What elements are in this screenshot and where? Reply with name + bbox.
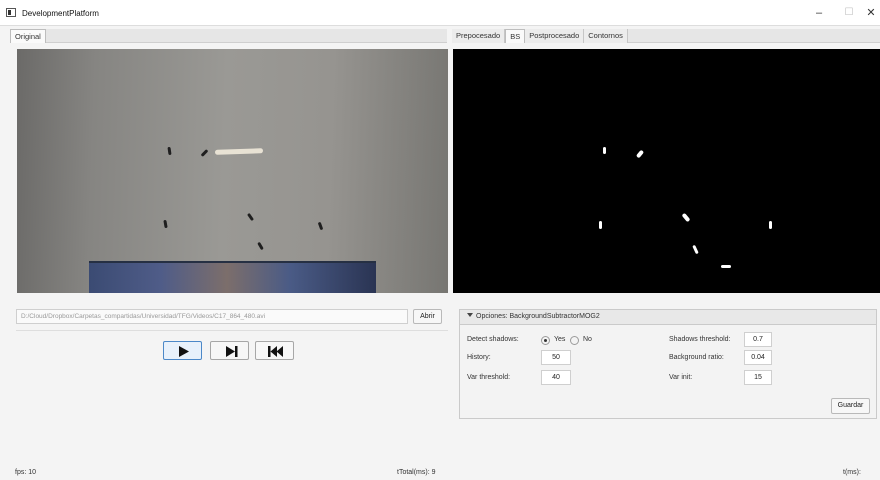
fps-readout: fps: 10 bbox=[15, 469, 37, 476]
insect bbox=[246, 212, 255, 222]
wooden-board bbox=[89, 261, 376, 293]
background-ratio-input[interactable]: 0.04 bbox=[744, 350, 772, 365]
tab-contornos[interactable]: Contornos bbox=[584, 29, 628, 43]
options-title: Opciones: BackgroundSubtractorMOG2 bbox=[476, 313, 600, 320]
shadows-threshold-label: Shadows threshold: bbox=[669, 336, 731, 343]
save-button[interactable]: Guardar bbox=[831, 398, 870, 414]
close-button[interactable]: ✕ bbox=[862, 5, 880, 21]
insect bbox=[163, 219, 168, 229]
history-input[interactable]: 50 bbox=[541, 350, 571, 365]
divider bbox=[16, 330, 448, 331]
options-header[interactable]: Opciones: BackgroundSubtractorMOG2 bbox=[460, 310, 876, 325]
options-panel: Opciones: BackgroundSubtractorMOG2 Detec… bbox=[459, 309, 877, 419]
window-title: DevelopmentPlatform bbox=[22, 9, 99, 18]
larva bbox=[214, 148, 264, 155]
collapse-triangle-icon bbox=[467, 313, 473, 317]
app-icon bbox=[6, 8, 16, 17]
time-readout: t(ms): bbox=[843, 469, 861, 476]
foreground-blob bbox=[603, 147, 606, 154]
minimize-button[interactable]: – bbox=[804, 5, 834, 21]
left-tab-bar: Original bbox=[10, 29, 447, 43]
tab-postprocesado[interactable]: Postprocesado bbox=[525, 29, 585, 43]
background-ratio-label: Background ratio: bbox=[669, 354, 724, 361]
foreground-blob bbox=[769, 221, 772, 229]
rewind-icon bbox=[268, 346, 283, 357]
var-init-label: Var init: bbox=[669, 374, 693, 381]
foreground-blob bbox=[681, 212, 691, 223]
title-bar: DevelopmentPlatform – ☐ ✕ bbox=[0, 0, 880, 26]
open-button[interactable]: Abrir bbox=[413, 309, 442, 324]
foreground-blob bbox=[721, 265, 731, 268]
original-video-view bbox=[17, 49, 448, 293]
var-threshold-label: Var threshold: bbox=[467, 374, 511, 381]
tab-prepocesado[interactable]: Prepocesado bbox=[452, 29, 506, 43]
play-button[interactable] bbox=[163, 341, 202, 360]
foreground-blob bbox=[599, 221, 602, 229]
foreground-blob bbox=[635, 149, 645, 159]
video-path-field[interactable]: D:/Cloud/Dropbox/Carpetas_compartidas/Un… bbox=[16, 309, 408, 324]
maximize-button[interactable]: ☐ bbox=[834, 5, 864, 21]
foreground-blob bbox=[692, 244, 699, 255]
detect-shadows-label: Detect shadows: bbox=[467, 336, 519, 343]
tab-original[interactable]: Original bbox=[10, 29, 46, 43]
step-forward-icon bbox=[226, 346, 238, 357]
rewind-button[interactable] bbox=[255, 341, 294, 360]
insect bbox=[167, 146, 172, 156]
play-icon bbox=[179, 346, 189, 357]
var-threshold-input[interactable]: 40 bbox=[541, 370, 571, 385]
detect-shadows-yes-label: Yes bbox=[554, 336, 566, 343]
right-tab-bar: Prepocesado BS Postprocesado Contornos bbox=[452, 29, 880, 43]
insect bbox=[317, 221, 324, 231]
tab-bs[interactable]: BS bbox=[505, 29, 526, 43]
shadows-threshold-input[interactable]: 0.7 bbox=[744, 332, 772, 347]
total-time-readout: tTotal(ms): 9 bbox=[397, 469, 436, 476]
step-forward-button[interactable] bbox=[210, 341, 249, 360]
detect-shadows-no-label: No bbox=[583, 336, 592, 343]
var-init-input[interactable]: 15 bbox=[744, 370, 772, 385]
detect-shadows-yes-radio[interactable] bbox=[541, 336, 550, 345]
background-subtraction-view bbox=[453, 49, 880, 293]
insect bbox=[200, 149, 209, 157]
history-label: History: bbox=[467, 354, 491, 361]
insect bbox=[257, 241, 264, 251]
detect-shadows-no-radio[interactable] bbox=[570, 336, 579, 345]
